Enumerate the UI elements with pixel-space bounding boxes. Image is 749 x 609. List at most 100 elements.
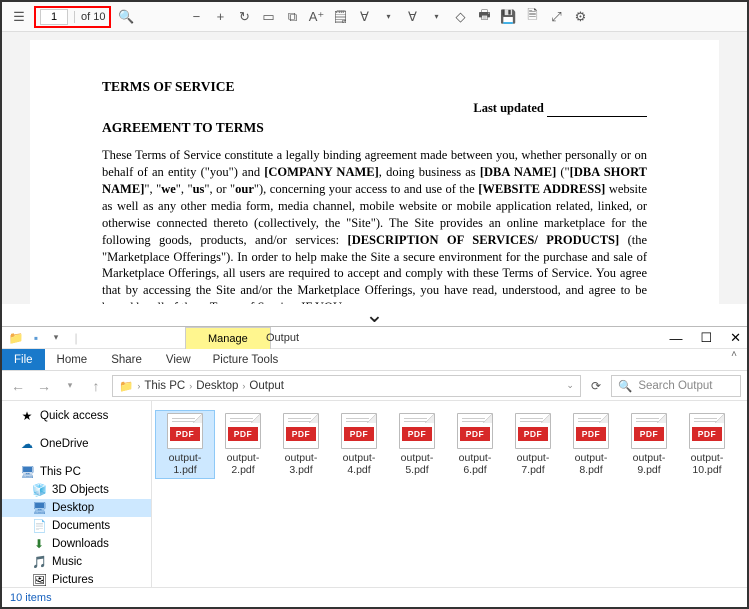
breadcrumb-item[interactable]: This PC bbox=[144, 380, 185, 392]
export-icon[interactable]: 🗎 bbox=[523, 8, 541, 26]
pdf-file-icon: PDF bbox=[341, 413, 377, 449]
file-pane[interactable]: PDFoutput-1.pdfPDFoutput-2.pdfPDFoutput-… bbox=[152, 401, 747, 587]
title-bar: 📁 ▪ ▾ | Manage Output — ☐ ✕ bbox=[2, 327, 747, 349]
address-dd-icon[interactable]: ⌄ bbox=[566, 380, 574, 391]
underline-dd-icon[interactable]: ▾ bbox=[427, 8, 445, 26]
file-item[interactable]: PDFoutput-3.pdf bbox=[272, 411, 330, 478]
sidebar-this-pc[interactable]: 🖥This PC bbox=[2, 463, 151, 481]
tab-view[interactable]: View bbox=[154, 349, 203, 370]
file-name: output-1.pdf bbox=[158, 452, 212, 476]
tab-picture-tools[interactable]: Picture Tools bbox=[203, 349, 289, 370]
breadcrumb-sep: › bbox=[137, 381, 140, 391]
file-name: output-10.pdf bbox=[680, 452, 734, 476]
window-title: Output bbox=[266, 327, 299, 349]
minimize-button[interactable]: — bbox=[669, 331, 682, 346]
back-button[interactable]: ← bbox=[8, 378, 28, 394]
page-input[interactable] bbox=[40, 9, 68, 25]
file-item[interactable]: PDFoutput-1.pdf bbox=[156, 411, 214, 478]
pdf-toolbar: ☰ of 10 🔍 − + ↻ ▭ ⧉ A⁺ 🗒 ∀ ▾ ∀ ▾ ◇ 🖶 💾 🗎… bbox=[2, 2, 747, 32]
pdf-file-icon: PDF bbox=[515, 413, 551, 449]
doc-body: These Terms of Service constitute a lega… bbox=[102, 147, 647, 304]
sidebar-documents[interactable]: 📄Documents bbox=[2, 517, 151, 535]
sidebar-downloads[interactable]: ⬇Downloads bbox=[2, 535, 151, 553]
address-folder-icon: 📁 bbox=[119, 379, 133, 393]
sidebar-3d-objects[interactable]: 🧊3D Objects bbox=[2, 481, 151, 499]
file-item[interactable]: PDF output-8.pdf bbox=[562, 411, 620, 478]
folder-icon[interactable]: 📁 bbox=[8, 330, 24, 346]
file-name: output-9.pdf bbox=[622, 452, 676, 476]
ribbon-tabs: File Home Share View Picture Tools ˄ bbox=[2, 349, 747, 371]
search-icon[interactable]: 🔍 bbox=[117, 8, 135, 26]
erase-icon[interactable]: ◇ bbox=[451, 8, 469, 26]
note-icon[interactable]: 🗒 bbox=[331, 8, 349, 26]
pc-icon: 🖥 bbox=[20, 465, 34, 479]
settings-icon[interactable]: ⚙ bbox=[571, 8, 589, 26]
pdf-file-icon: PDF bbox=[399, 413, 435, 449]
rotate-icon[interactable]: ↻ bbox=[235, 8, 253, 26]
recent-dd-icon[interactable]: ▾ bbox=[60, 380, 80, 391]
pdf-viewport[interactable]: TERMS OF SERVICE Last updated AGREEMENT … bbox=[2, 32, 747, 304]
file-item[interactable]: PDF output-2.pdf bbox=[214, 411, 272, 478]
star-icon: ★ bbox=[20, 409, 34, 423]
sidebar-toggle-icon[interactable]: ☰ bbox=[10, 8, 28, 26]
zoom-out-icon[interactable]: − bbox=[187, 8, 205, 26]
page-indicator: of 10 bbox=[34, 6, 111, 28]
desktop-icon: 🖥 bbox=[32, 501, 46, 515]
file-explorer: 📁 ▪ ▾ | Manage Output — ☐ ✕ File Home Sh… bbox=[2, 326, 747, 607]
fullscreen-icon[interactable]: ⤢ bbox=[547, 8, 565, 26]
qat-item-icon[interactable]: ▪ bbox=[28, 330, 44, 346]
objects-icon: 🧊 bbox=[32, 483, 46, 497]
text-tool-icon[interactable]: A⁺ bbox=[307, 8, 325, 26]
search-icon: 🔍 bbox=[618, 379, 632, 393]
pictures-icon: 🖼 bbox=[32, 573, 46, 587]
sidebar-music[interactable]: 🎵Music bbox=[2, 553, 151, 571]
zoom-in-icon[interactable]: + bbox=[211, 8, 229, 26]
sidebar-quick-access[interactable]: ★Quick access bbox=[2, 407, 151, 425]
file-item[interactable]: PDFoutput-7.pdf bbox=[504, 411, 562, 478]
search-input[interactable]: 🔍 Search Output bbox=[611, 375, 741, 397]
pdf-file-icon: PDF bbox=[225, 413, 261, 449]
nav-sidebar: ★Quick access ☁OneDrive 🖥This PC 🧊3D Obj… bbox=[2, 401, 152, 587]
sidebar-onedrive[interactable]: ☁OneDrive bbox=[2, 435, 151, 453]
close-button[interactable]: ✕ bbox=[730, 330, 741, 346]
tab-file[interactable]: File bbox=[2, 349, 45, 370]
fit-icon[interactable]: ▭ bbox=[259, 8, 277, 26]
last-updated: Last updated bbox=[102, 100, 647, 117]
file-name: output-5.pdf bbox=[390, 452, 444, 476]
print-icon[interactable]: 🖶 bbox=[475, 8, 493, 26]
qat-sep: | bbox=[68, 330, 84, 346]
status-bar: 10 items bbox=[2, 587, 747, 607]
tab-home[interactable]: Home bbox=[45, 349, 100, 370]
maximize-button[interactable]: ☐ bbox=[700, 330, 712, 346]
address-bar[interactable]: 📁 › This PC › Desktop › Output ⌄ bbox=[112, 375, 581, 397]
forward-button[interactable]: → bbox=[34, 378, 54, 394]
highlight-dd-icon[interactable]: ▾ bbox=[379, 8, 397, 26]
page-layout-icon[interactable]: ⧉ bbox=[283, 8, 301, 26]
documents-icon: 📄 bbox=[32, 519, 46, 533]
file-name: output-8.pdf bbox=[564, 452, 618, 476]
file-item[interactable]: PDFoutput-6.pdf bbox=[446, 411, 504, 478]
contextual-tab[interactable]: Manage bbox=[185, 327, 271, 349]
pdf-file-icon: PDF bbox=[573, 413, 609, 449]
pdf-page: TERMS OF SERVICE Last updated AGREEMENT … bbox=[30, 40, 719, 304]
file-item[interactable]: PDFoutput-10.pdf bbox=[678, 411, 736, 478]
refresh-button[interactable]: ⟳ bbox=[587, 379, 605, 393]
underline-icon[interactable]: ∀ bbox=[403, 8, 421, 26]
expand-chevron-icon[interactable]: ⌄ bbox=[2, 304, 747, 326]
sidebar-pictures[interactable]: 🖼Pictures bbox=[2, 571, 151, 587]
file-item[interactable]: PDFoutput-4.pdf bbox=[330, 411, 388, 478]
breadcrumb-item[interactable]: Desktop bbox=[196, 380, 238, 392]
qat-dropdown-icon[interactable]: ▾ bbox=[48, 330, 64, 346]
sidebar-desktop[interactable]: 🖥Desktop bbox=[2, 499, 151, 517]
up-button[interactable]: ↑ bbox=[86, 378, 106, 394]
breadcrumb-item[interactable]: Output bbox=[249, 380, 284, 392]
save-icon[interactable]: 💾 bbox=[499, 8, 517, 26]
file-item[interactable]: PDF output-5.pdf bbox=[388, 411, 446, 478]
doc-heading-2: AGREEMENT TO TERMS bbox=[102, 119, 647, 137]
tab-share[interactable]: Share bbox=[99, 349, 154, 370]
highlight-icon[interactable]: ∀ bbox=[355, 8, 373, 26]
pdf-file-icon: PDF bbox=[631, 413, 667, 449]
file-item[interactable]: PDF output-9.pdf bbox=[620, 411, 678, 478]
file-name: output-2.pdf bbox=[216, 452, 270, 476]
ribbon-collapse-icon[interactable]: ˄ bbox=[721, 349, 747, 370]
